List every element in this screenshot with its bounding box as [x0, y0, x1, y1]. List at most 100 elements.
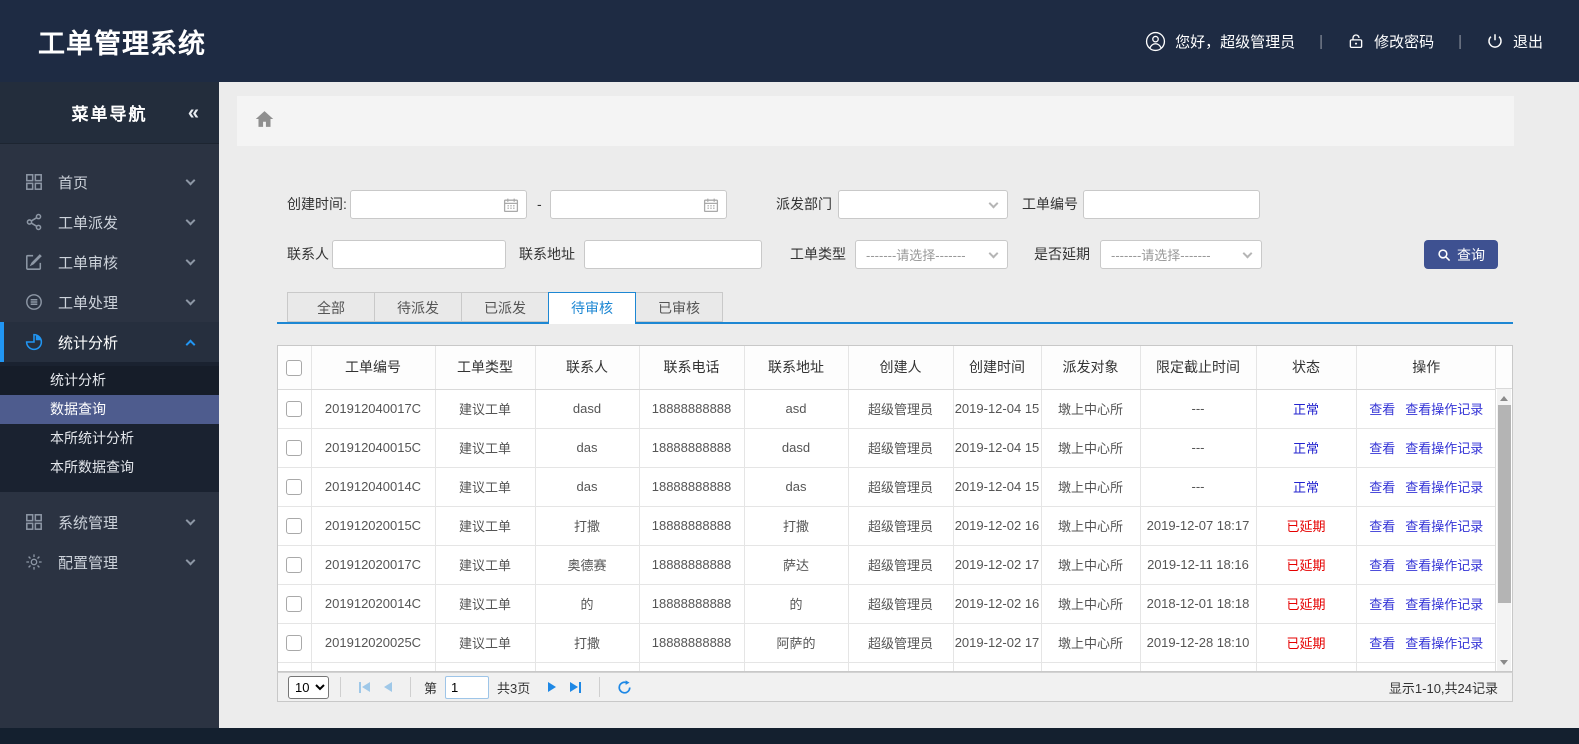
lock-icon [1347, 32, 1365, 50]
scrollbar-track[interactable] [1497, 389, 1511, 671]
tab-all[interactable]: 全部 [287, 292, 375, 322]
tab-pending-dispatch[interactable]: 待派发 [374, 292, 462, 322]
view-link[interactable]: 查看 [1369, 480, 1395, 495]
row-checkbox[interactable] [286, 400, 303, 417]
scroll-up-icon[interactable] [1497, 391, 1511, 405]
row-checkbox[interactable] [286, 634, 303, 651]
tab-pending-review[interactable]: 待审核 [548, 292, 636, 324]
submenu-item-local-statistics[interactable]: 本所统计分析 [0, 424, 219, 453]
address-input[interactable] [584, 240, 762, 269]
view-log-link[interactable]: 查看操作记录 [1405, 558, 1483, 573]
sidebar-item-system[interactable]: 系统管理 [0, 502, 219, 542]
view-link[interactable]: 查看 [1369, 597, 1395, 612]
page-total-label: 共3页 [497, 680, 531, 696]
cell-order-no: 201912020017C [311, 545, 436, 585]
table-row: 201912040015C 建议工单 das 18888888888 dasd … [278, 428, 1496, 468]
cell-order-no: 201912020015C [311, 506, 436, 546]
cell-creator: 超级管理员 [848, 389, 954, 429]
submenu-item-local-data-query[interactable]: 本所数据查询 [0, 453, 219, 482]
dispatch-dept-select[interactable] [838, 190, 1008, 219]
edit-icon [25, 253, 45, 271]
date-from-input[interactable] [350, 190, 527, 219]
date-to-input[interactable] [550, 190, 727, 219]
tab-reviewed[interactable]: 已审核 [635, 292, 723, 322]
sidebar-item-process[interactable]: 工单处理 [0, 282, 219, 322]
cell-order-type: 建议工单 [435, 389, 536, 429]
row-checkbox[interactable] [286, 439, 303, 456]
first-page-button[interactable] [359, 681, 370, 693]
col-address: 联系地址 [744, 346, 849, 390]
home-icon[interactable] [255, 110, 274, 133]
submenu-item-statistics[interactable]: 统计分析 [0, 366, 219, 395]
select-all-checkbox[interactable] [286, 359, 303, 376]
view-link[interactable]: 查看 [1369, 519, 1395, 534]
cell-order-no: 201912020025C [311, 623, 436, 663]
chevron-down-icon [988, 198, 999, 208]
process-icon [25, 293, 45, 311]
cell-deadline: 2018-12-01 18:18 [1140, 584, 1257, 624]
row-checkbox[interactable] [286, 478, 303, 495]
view-log-link[interactable]: 查看操作记录 [1405, 636, 1483, 651]
col-order-no: 工单编号 [311, 346, 436, 390]
submenu-item-data-query[interactable]: 数据查询 [0, 395, 219, 424]
row-checkbox[interactable] [286, 556, 303, 573]
scroll-down-icon[interactable] [1497, 655, 1511, 669]
view-link[interactable]: 查看 [1369, 558, 1395, 573]
page-number-input[interactable] [445, 675, 490, 699]
view-log-link[interactable]: 查看操作记录 [1405, 519, 1483, 534]
sidebar-item-home[interactable]: 首页 [0, 162, 219, 202]
create-time-label: 创建时间: [287, 196, 347, 212]
logout-button[interactable]: 退出 [1486, 31, 1543, 52]
delay-select[interactable]: -------请选择------- [1100, 240, 1262, 269]
contact-input[interactable] [332, 240, 506, 269]
col-deadline: 限定截止时间 [1140, 346, 1257, 390]
view-log-link[interactable]: 查看操作记录 [1405, 402, 1483, 417]
row-checkbox[interactable] [286, 595, 303, 612]
order-type-select[interactable]: -------请选择------- [855, 240, 1008, 269]
table-scrollbar [1495, 346, 1512, 671]
view-log-link[interactable]: 查看操作记录 [1405, 480, 1483, 495]
table-row: 201912020015C 建议工单 打撒 18888888888 打撒 超级管… [278, 506, 1496, 546]
page-size-select[interactable]: 10 [288, 675, 329, 699]
scrollbar-thumb[interactable] [1498, 405, 1511, 603]
sidebar-item-review[interactable]: 工单审核 [0, 242, 219, 282]
sidebar-item-statistics[interactable]: 统计分析 [0, 322, 219, 362]
cell-operations: 查看 查看操作记录 [1356, 389, 1496, 429]
sidebar-item-dispatch[interactable]: 工单派发 [0, 202, 219, 242]
cell-dispatch-target: 墩上中心所 [1041, 506, 1141, 546]
view-log-link[interactable]: 查看操作记录 [1405, 597, 1483, 612]
view-link[interactable]: 查看 [1369, 402, 1395, 417]
col-phone: 联系电话 [639, 346, 745, 390]
col-order-type: 工单类型 [435, 346, 536, 390]
table-header-row: 工单编号 工单类型 联系人 联系电话 联系地址 创建人 创建时间 派发对象 限定… [278, 346, 1496, 390]
last-page-button[interactable] [570, 681, 582, 693]
tab-dispatched[interactable]: 已派发 [461, 292, 549, 322]
header-divider: | [1458, 32, 1462, 50]
cell-operations: 查看 查看操作记录 [1356, 623, 1496, 663]
collapse-sidebar-icon[interactable]: « [188, 103, 199, 123]
cell-order-type: 建议工单 [435, 623, 536, 663]
order-no-input[interactable] [1083, 190, 1260, 219]
sidebar-item-config[interactable]: 配置管理 [0, 542, 219, 582]
sidebar-item-label: 工单审核 [58, 254, 119, 272]
view-link[interactable]: 查看 [1369, 441, 1395, 456]
change-password-button[interactable]: 修改密码 [1347, 31, 1434, 52]
dispatch-dept-label: 派发部门 [776, 196, 832, 212]
prev-page-button[interactable] [384, 682, 392, 692]
cell-contact: 的 [535, 584, 640, 624]
refresh-icon[interactable] [617, 679, 632, 695]
cell-phone: 18888888888 [639, 623, 745, 663]
view-link[interactable]: 查看 [1369, 636, 1395, 651]
cell-operations: 查看 查看操作记录 [1356, 584, 1496, 624]
calendar-icon[interactable] [703, 197, 719, 213]
logout-label: 退出 [1512, 33, 1543, 51]
search-button[interactable]: 查询 [1424, 240, 1498, 269]
calendar-icon[interactable] [503, 197, 519, 213]
user-menu[interactable]: 您好，超级管理员 [1145, 31, 1295, 52]
next-page-button[interactable] [548, 682, 557, 692]
cell-create-time: 2019-12-04 15 [953, 389, 1042, 429]
cell-operations: 查看 查看操作记录 [1356, 506, 1496, 546]
row-checkbox[interactable] [286, 517, 303, 534]
status-badge: 正常 [1256, 428, 1357, 468]
view-log-link[interactable]: 查看操作记录 [1405, 441, 1483, 456]
